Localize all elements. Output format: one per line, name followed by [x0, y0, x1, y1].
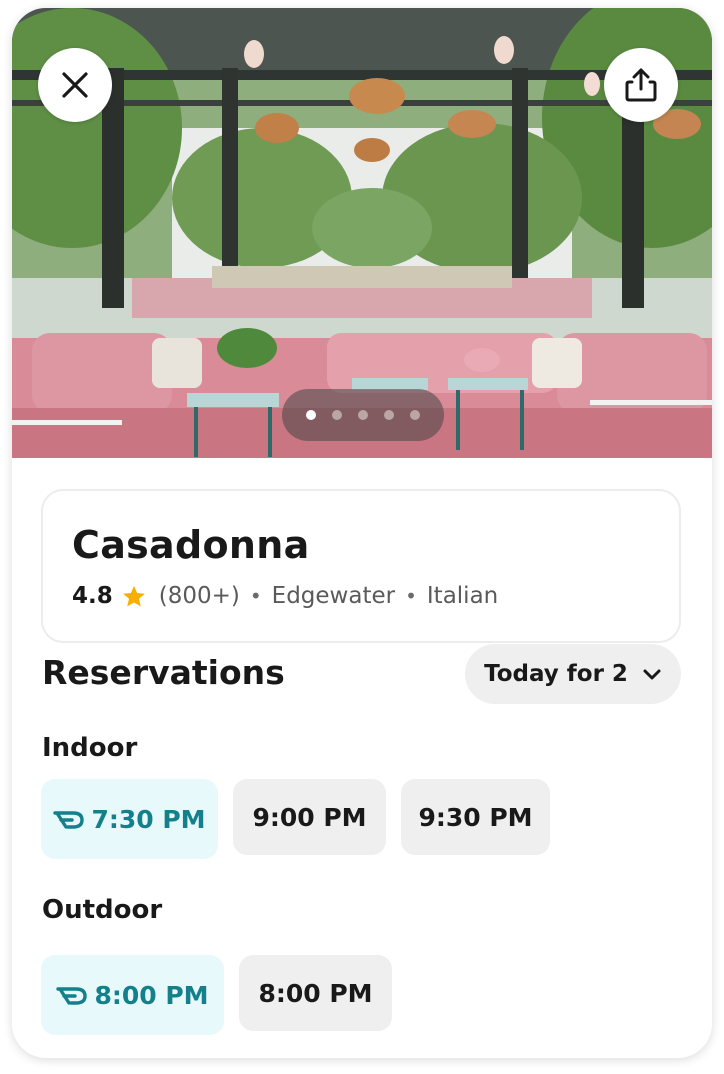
- pagination-dot[interactable]: [332, 410, 342, 420]
- time-slot-button[interactable]: 9:00 PM: [233, 779, 386, 855]
- pagination-dot[interactable]: [384, 410, 394, 420]
- gallery-pagination: [282, 389, 444, 441]
- cuisine: Italian: [426, 583, 499, 609]
- pagination-dot[interactable]: [306, 410, 316, 420]
- restaurant-card: Casadonna 4.8 (800+) • Edgewater • Itali…: [12, 8, 712, 1058]
- time-slot-label: 8:00 PM: [258, 978, 373, 1008]
- restaurant-info-box: Casadonna 4.8 (800+) • Edgewater • Itali…: [41, 489, 681, 643]
- party-size-label: Today for 2: [484, 661, 628, 687]
- restaurant-meta: 4.8 (800+) • Edgewater • Italian: [72, 583, 498, 609]
- pagination-dot[interactable]: [410, 410, 420, 420]
- time-slot-label: 9:00 PM: [252, 802, 367, 832]
- time-slot-label: 9:30 PM: [418, 802, 533, 832]
- rating-value: 4.8: [72, 583, 113, 609]
- restaurant-name: Casadonna: [72, 523, 310, 567]
- neighborhood: Edgewater: [271, 583, 396, 609]
- reservations-title: Reservations: [42, 653, 285, 692]
- time-slot-button[interactable]: 7:30 PM: [41, 779, 218, 859]
- outdoor-section-label: Outdoor: [42, 895, 163, 925]
- review-count[interactable]: (800+): [159, 583, 240, 609]
- close-button[interactable]: [38, 48, 112, 122]
- separator: •: [249, 584, 262, 608]
- separator: •: [405, 584, 417, 608]
- time-slot-button[interactable]: 9:30 PM: [401, 779, 550, 855]
- star-icon: [121, 584, 147, 609]
- chevron-down-icon: [643, 669, 661, 680]
- close-icon: [62, 72, 88, 98]
- dash-pass-icon: [56, 985, 88, 1005]
- pagination-dot[interactable]: [358, 410, 368, 420]
- share-icon: [625, 68, 657, 102]
- party-size-selector[interactable]: Today for 2: [465, 644, 681, 704]
- hero-gallery[interactable]: [12, 8, 712, 458]
- time-slot-label: 7:30 PM: [91, 804, 206, 834]
- indoor-section-label: Indoor: [42, 733, 138, 763]
- dash-pass-icon: [53, 809, 85, 829]
- time-slot-button[interactable]: 8:00 PM: [41, 955, 224, 1035]
- share-button[interactable]: [604, 48, 678, 122]
- time-slot-button[interactable]: 8:00 PM: [239, 955, 392, 1031]
- time-slot-label: 8:00 PM: [94, 980, 209, 1010]
